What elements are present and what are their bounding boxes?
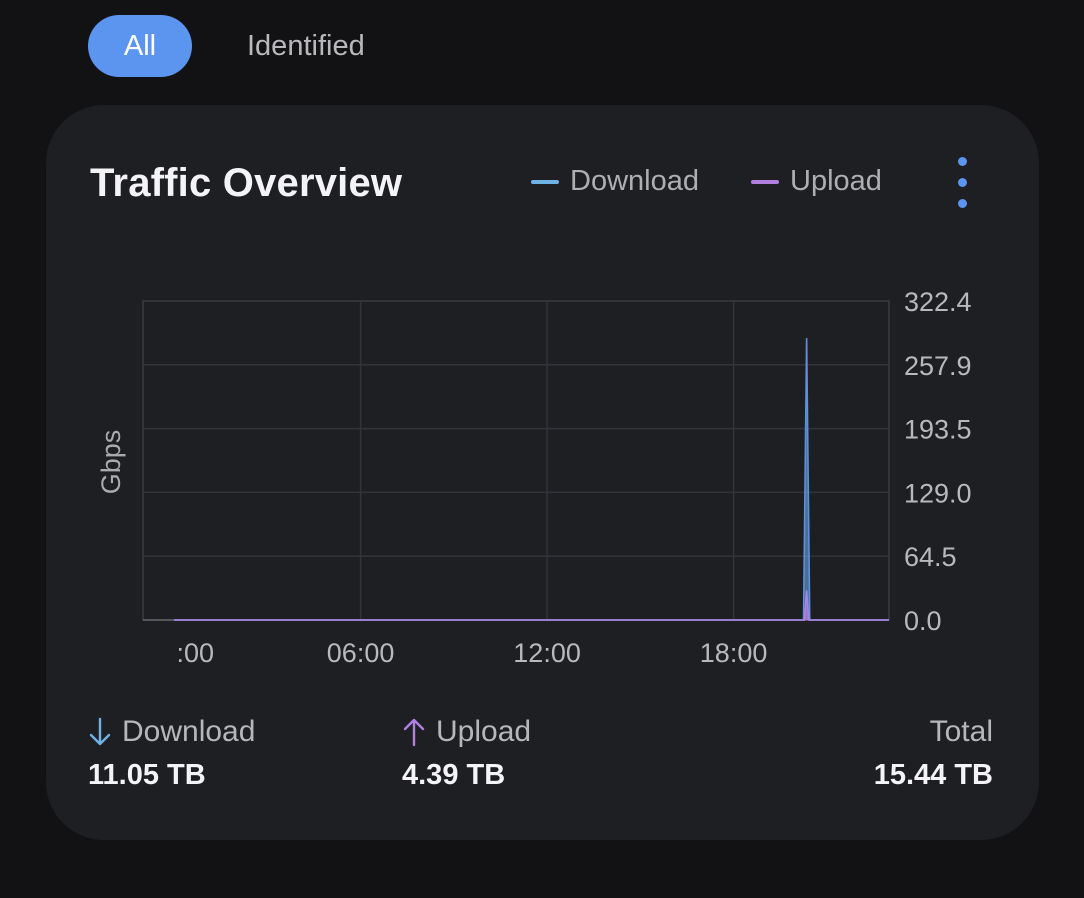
series-area-download [174, 338, 890, 620]
x-tick-label: 18:00 [700, 638, 768, 668]
traffic-chart: 322.4 257.9 193.5 129.0 64.5 0.0 :00 06:00 12:0… [96, 287, 972, 668]
upload-stat-label: Upload [436, 715, 532, 748]
series-line-upload [174, 590, 889, 621]
y-axis-label: Gbps [96, 430, 126, 495]
y-tick-label: 0.0 [904, 606, 942, 636]
download-stat-value: 11.05 TB [88, 759, 206, 791]
x-tick-label: 06:00 [327, 638, 395, 668]
upload-stat: Upload 4.39 TB [402, 715, 531, 792]
total-stat-value: 15.44 TB [873, 759, 993, 791]
tab-identified[interactable]: Identified [247, 15, 365, 77]
download-stat-label: Download [122, 715, 256, 748]
y-tick-label: 322.4 [904, 287, 972, 317]
download-stat: Download 11.05 TB [88, 715, 255, 792]
x-tick-label: 12:00 [513, 638, 581, 668]
y-axis-ticks: 322.4 257.9 193.5 129.0 64.5 0.0 [904, 287, 972, 636]
page: All Identified Traffic Overview Download… [0, 0, 1084, 898]
tab-all[interactable]: All [88, 15, 192, 77]
upload-stat-value: 4.39 TB [402, 759, 506, 791]
arrow-up-icon [403, 718, 425, 747]
chart-grid [142, 300, 890, 621]
chart-series [174, 337, 890, 621]
y-tick-label: 193.5 [904, 415, 972, 445]
series-line-download [174, 337, 889, 621]
y-tick-label: 257.9 [904, 351, 972, 381]
traffic-overview-card: Traffic Overview Download Upload 322.4 25… [46, 105, 1039, 840]
series-area-upload [174, 590, 890, 620]
y-tick-label: 129.0 [904, 478, 972, 508]
arrow-down-icon [89, 717, 111, 746]
plot-frame [142, 300, 890, 621]
x-tick-label: :00 [177, 638, 215, 668]
tab-bar: All Identified [88, 15, 365, 77]
total-stat-label: Total [929, 715, 993, 748]
x-axis-ticks: :00 06:00 12:00 18:00 [177, 638, 768, 668]
y-tick-label: 64.5 [904, 542, 957, 572]
total-stat: Total 15.44 TB [874, 715, 993, 792]
